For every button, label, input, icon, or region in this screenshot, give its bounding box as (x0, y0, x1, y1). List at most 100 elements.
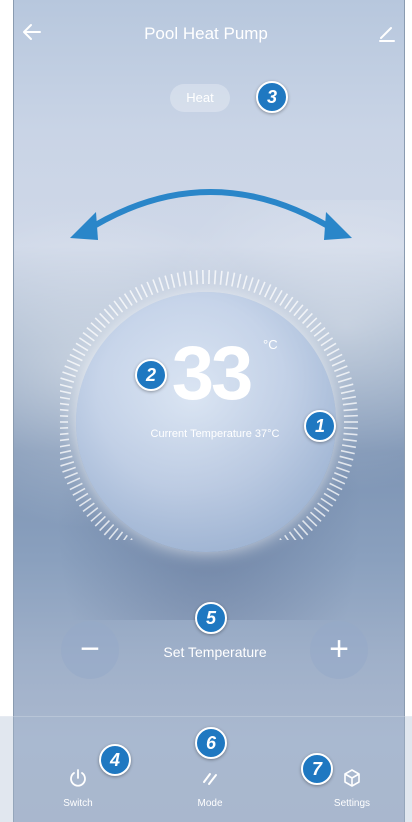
dial-tick (60, 377, 75, 383)
dial-tick (269, 286, 278, 301)
dial-tick (242, 275, 248, 290)
dial-tick (69, 482, 83, 491)
dial-tick (336, 466, 350, 473)
dial-tick (64, 365, 78, 372)
dial-tick (66, 477, 81, 485)
dial-tick (329, 353, 343, 362)
dial-tick (66, 359, 81, 367)
dial-tick (313, 507, 326, 518)
nav-switch-button[interactable]: Switch (38, 768, 118, 809)
dial-tick (334, 365, 348, 372)
dial-tick (140, 284, 148, 298)
callout-3: 3 (256, 81, 288, 113)
dial-tick (189, 270, 193, 285)
cube-settings-icon (344, 769, 360, 787)
dial-tick (60, 455, 73, 461)
dial-tick (343, 408, 358, 412)
dial-tick (297, 308, 309, 320)
callout-2: 2 (135, 359, 167, 391)
dial-tick (60, 383, 73, 389)
dial-tick (334, 472, 348, 479)
temperature-unit: °C (263, 337, 278, 352)
callout-6: 6 (195, 727, 227, 759)
dial-tick (123, 293, 133, 306)
dial-tick (82, 332, 95, 342)
dial-tick (115, 531, 124, 540)
dial-tick (75, 492, 89, 502)
dial-tick (134, 286, 143, 301)
dial-tick (183, 271, 187, 286)
dial-tick (60, 402, 70, 406)
dial-tick (75, 342, 89, 352)
nav-switch-label: Switch (63, 798, 93, 809)
decrease-temperature-button[interactable]: − (61, 621, 119, 679)
dial-tick (60, 438, 70, 442)
dial-tick (337, 461, 352, 467)
dial-tick (236, 273, 242, 288)
dial-tick (94, 515, 106, 527)
dial-tick (78, 497, 92, 507)
nav-settings-label: Settings (333, 798, 371, 809)
dial-tick (152, 279, 159, 293)
dial-tick (341, 395, 357, 400)
dial-tick (225, 271, 229, 286)
dial-tick (279, 293, 289, 306)
dial-tick (323, 342, 337, 352)
callout-4: 4 (99, 744, 131, 776)
page-title: Pool Heat Pump (144, 24, 268, 43)
dial-tick (60, 449, 72, 454)
set-temperature-label: Set Temperature (163, 644, 267, 660)
nav-mode-button[interactable]: Mode (170, 768, 250, 809)
dial-tick (195, 270, 199, 285)
dial-tick (340, 449, 355, 455)
mode-status-pill[interactable]: Heat (170, 84, 230, 112)
callout-5: 5 (195, 602, 227, 634)
dial-tick (320, 337, 334, 347)
dial-tick (253, 279, 260, 293)
dial-tick (309, 322, 322, 333)
nav-mode-label: Mode (197, 798, 223, 809)
dial-tick (301, 312, 313, 324)
dial-tick (69, 353, 83, 362)
dial-tick (78, 337, 92, 347)
dial-tick (323, 492, 337, 502)
dial-tick (258, 281, 266, 296)
power-icon (70, 769, 86, 787)
increase-temperature-button[interactable]: + (310, 621, 368, 679)
dial-tick (219, 270, 223, 285)
callout-1: 1 (304, 410, 336, 442)
dial-tick (343, 432, 358, 436)
dial-tick (264, 284, 272, 298)
dial-tick (108, 304, 119, 317)
dial-tick (90, 511, 103, 522)
dial-tick (247, 277, 254, 292)
dial-tick (336, 371, 350, 378)
dial-tick (118, 296, 128, 310)
dial-tick (274, 289, 283, 303)
dial-tick (331, 477, 346, 485)
dial-tick (82, 502, 95, 512)
dial-tick (331, 359, 346, 367)
dial-tick (317, 502, 330, 512)
dial-tick (60, 408, 69, 412)
dial-tick (113, 300, 124, 313)
dial-tick (293, 304, 304, 317)
dial-tick (306, 515, 318, 527)
dial-tick (103, 308, 115, 320)
dial-tick (90, 322, 103, 333)
dial-tick (326, 487, 340, 496)
dial-tick (320, 497, 334, 507)
dial-tick (293, 527, 304, 540)
dial-tick (60, 432, 69, 436)
dial-tick (306, 317, 318, 329)
dial-tick (164, 275, 170, 290)
dial-tick (108, 527, 119, 540)
dial-tick (326, 348, 340, 357)
dial-tick (337, 377, 352, 383)
dial-tick (231, 272, 236, 287)
dial-tick (60, 444, 71, 448)
dial-tick (60, 415, 69, 418)
dial-tick (309, 511, 322, 522)
pencil-icon[interactable] (376, 22, 398, 44)
header-bar: Pool Heat Pump (0, 18, 412, 54)
